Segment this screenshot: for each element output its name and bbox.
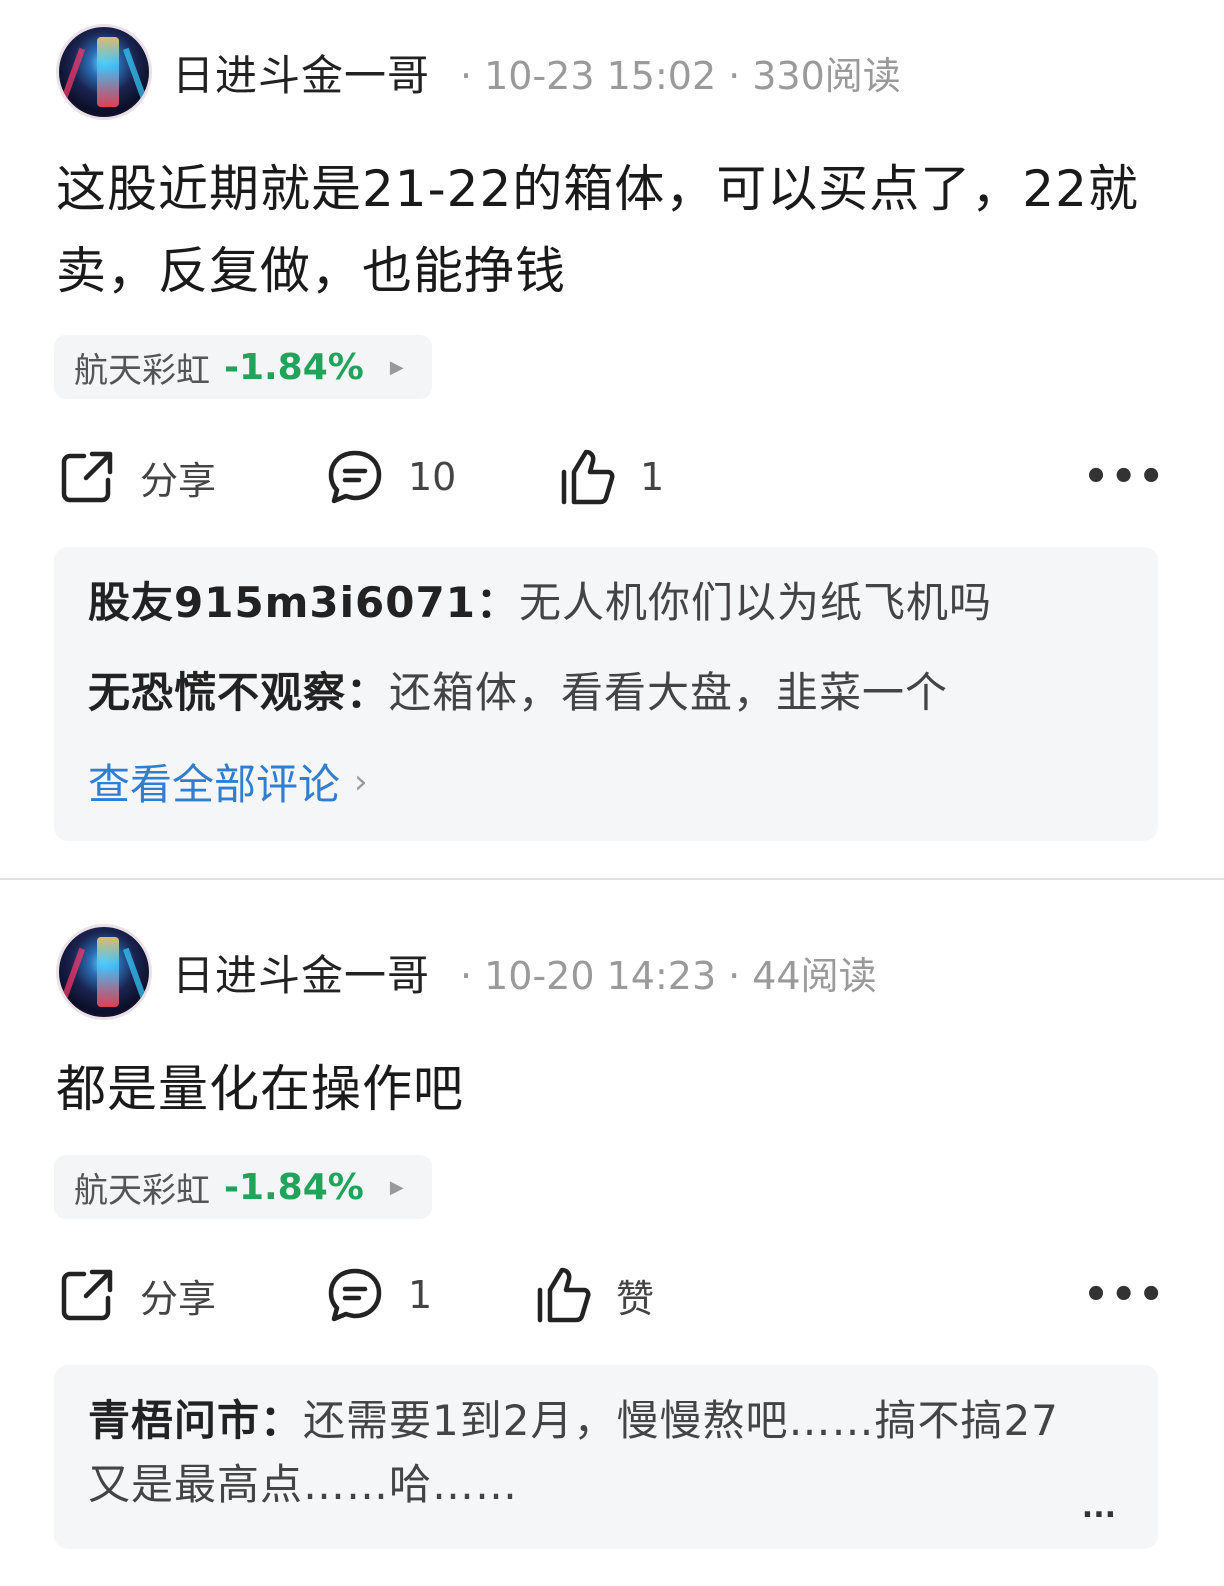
play-arrow-icon: ▶ bbox=[389, 356, 404, 378]
post-card: 日进斗金一哥 · 10-20 14:23 · 44阅读 都是量化在操作吧 航天彩虹 -… bbox=[0, 900, 1224, 1586]
share-button[interactable]: 分享 bbox=[56, 442, 216, 512]
more-icon: ••• bbox=[1083, 454, 1166, 500]
share-button[interactable]: 分享 bbox=[56, 1260, 216, 1330]
comment-button[interactable]: 10 bbox=[324, 442, 456, 512]
like-button[interactable]: 1 bbox=[556, 442, 664, 512]
comment-icon bbox=[328, 1268, 382, 1322]
expand-comment-button[interactable]: ... bbox=[1082, 1490, 1116, 1525]
comment-author[interactable]: 青梧问市： bbox=[88, 1396, 303, 1445]
post-header: 日进斗金一哥 · 10-20 14:23 · 44阅读 bbox=[56, 924, 877, 1020]
like-label: 赞 bbox=[616, 1276, 655, 1321]
like-button[interactable]: 赞 bbox=[532, 1260, 654, 1330]
action-bar: 分享 10 1 ••• bbox=[56, 442, 1166, 512]
comment-text: 还箱体，看看大盘，韭菜一个 bbox=[389, 668, 949, 717]
action-bar: 分享 1 赞 ••• bbox=[56, 1260, 1166, 1330]
stock-tag[interactable]: 航天彩虹 -1.84% ▶ bbox=[54, 335, 432, 399]
post-divider bbox=[0, 878, 1224, 880]
comment-count: 1 bbox=[408, 1273, 433, 1317]
post-card: 日进斗金一哥 · 10-23 15:02 · 330阅读 这股近期就是21-22的箱体… bbox=[0, 0, 1224, 880]
stock-change: -1.84% bbox=[224, 346, 364, 388]
share-icon bbox=[61, 451, 113, 503]
comment-item[interactable]: 青梧问市：还需要1到2月，慢慢熬吧……搞不搞27又是最高点……哈…… bbox=[88, 1389, 1124, 1517]
read-count: 330阅读 bbox=[752, 53, 901, 98]
thumbs-up-icon bbox=[537, 1267, 591, 1323]
comment-preview[interactable]: 青梧问市：还需要1到2月，慢慢熬吧……搞不搞27又是最高点……哈…… ... bbox=[54, 1365, 1158, 1549]
like-count: 1 bbox=[640, 455, 665, 499]
stock-tag[interactable]: 航天彩虹 -1.84% ▶ bbox=[54, 1155, 432, 1219]
more-button[interactable]: ••• bbox=[1083, 442, 1166, 512]
play-arrow-icon: ▶ bbox=[389, 1176, 404, 1198]
post-time: 10-23 15:02 bbox=[484, 53, 717, 98]
comment-author[interactable]: 无恐慌不观察： bbox=[88, 668, 389, 717]
avatar[interactable] bbox=[56, 24, 152, 120]
comment-preview[interactable]: 股友915m3i6071：无人机你们以为纸飞机吗 无恐慌不观察：还箱体，看看大盘… bbox=[54, 547, 1158, 841]
stock-name: 航天彩虹 bbox=[74, 350, 210, 391]
post-time: 10-20 14:23 bbox=[484, 953, 717, 998]
comment-count: 10 bbox=[408, 455, 457, 499]
comment-icon bbox=[328, 450, 382, 504]
comment-button[interactable]: 1 bbox=[324, 1260, 432, 1330]
comment-text: 无人机你们以为纸飞机吗 bbox=[518, 578, 992, 627]
more-icon: ••• bbox=[1083, 1272, 1166, 1318]
share-label: 分享 bbox=[140, 1276, 217, 1321]
comment-item[interactable]: 无恐慌不观察：还箱体，看看大盘，韭菜一个 bbox=[88, 661, 1124, 725]
thumbs-up-icon bbox=[561, 449, 615, 505]
more-button[interactable]: ••• bbox=[1083, 1260, 1166, 1330]
share-icon bbox=[61, 1269, 113, 1321]
author-name[interactable]: 日进斗金一哥 bbox=[172, 42, 430, 103]
stock-name: 航天彩虹 bbox=[74, 1170, 210, 1211]
author-name[interactable]: 日进斗金一哥 bbox=[172, 942, 430, 1003]
chevron-right-icon: › bbox=[354, 761, 368, 802]
stock-change: -1.84% bbox=[224, 1166, 364, 1208]
post-meta: · 10-23 15:02 · 330阅读 bbox=[460, 53, 901, 98]
read-count: 44阅读 bbox=[752, 953, 877, 998]
view-all-label: 查看全部评论 bbox=[88, 760, 341, 809]
post-header: 日进斗金一哥 · 10-23 15:02 · 330阅读 bbox=[56, 24, 901, 120]
comment-author[interactable]: 股友915m3i6071： bbox=[88, 578, 519, 627]
post-meta: · 10-20 14:23 · 44阅读 bbox=[460, 953, 877, 998]
share-label: 分享 bbox=[140, 458, 217, 503]
comment-item[interactable]: 股友915m3i6071：无人机你们以为纸飞机吗 bbox=[88, 571, 1124, 635]
view-all-comments-link[interactable]: 查看全部评论 › bbox=[88, 751, 1124, 812]
post-content[interactable]: 都是量化在操作吧 bbox=[56, 1048, 1166, 1130]
avatar[interactable] bbox=[56, 924, 152, 1020]
post-content[interactable]: 这股近期就是21-22的箱体，可以买点了，22就卖，反复做，也能挣钱 bbox=[56, 148, 1166, 312]
